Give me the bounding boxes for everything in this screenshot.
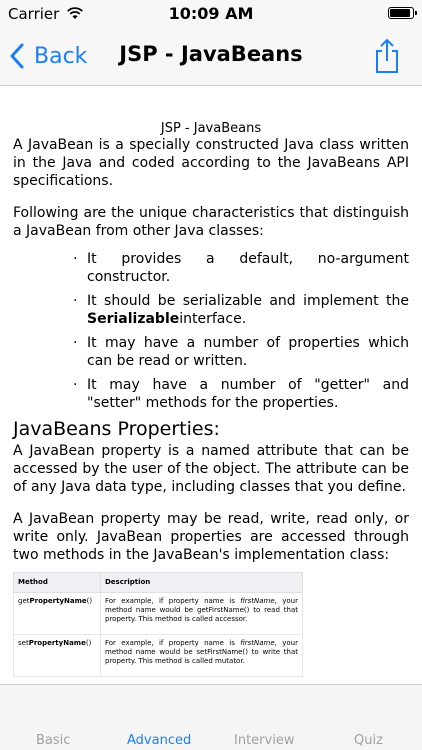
share-icon[interactable] — [372, 38, 402, 74]
properties-heading: JavaBeans Properties: — [13, 418, 220, 440]
battery-level — [390, 9, 410, 17]
methods-table: Method Description getPropertyName() For… — [13, 572, 303, 677]
tab-basic[interactable]: Basic — [36, 733, 70, 748]
list-item: · It may have a number of "getter" and "s… — [73, 377, 409, 411]
tab-bar: Basic Advanced Interview Quiz — [0, 684, 422, 750]
table-header: Method — [13, 572, 101, 593]
navigation-bar: Back JSP - JavaBeans — [0, 28, 422, 86]
tab-interview[interactable]: Interview — [234, 733, 294, 748]
table-row: setPropertyName() For example, if proper… — [13, 634, 303, 677]
serializable-keyword: Serializable — [87, 311, 180, 327]
characteristics-list: · It provides a default, no-argument cons… — [73, 250, 409, 412]
page-title: JSP - JavaBeans — [119, 42, 303, 66]
characteristics-intro: Following are the unique characteristics… — [13, 205, 409, 239]
battery-icon — [388, 7, 417, 19]
list-item: · It provides a default, no-argument cons… — [73, 251, 409, 285]
status-time: 10:09 AM — [168, 4, 254, 23]
tab-advanced[interactable]: Advanced — [127, 733, 191, 748]
description-cell: For example, if property name is firstNa… — [100, 592, 303, 635]
article-content[interactable]: JSP - JavaBeans A JavaBean is a speciall… — [0, 86, 422, 684]
document-title: JSP - JavaBeans — [160, 121, 262, 136]
description-cell: For example, if property name is firstNa… — [100, 634, 303, 677]
properties-paragraph-2: A JavaBean property may be read, write, … — [13, 511, 409, 563]
intro-paragraph: A JavaBean is a specially constructed Ja… — [13, 137, 409, 189]
list-item: · It should be serializable and implement… — [73, 293, 409, 327]
tab-quiz[interactable]: Quiz — [354, 733, 383, 748]
list-item: · It may have a number of properties whic… — [73, 335, 409, 369]
method-cell: setPropertyName() — [13, 634, 101, 677]
table-row: getPropertyName() For example, if proper… — [13, 592, 303, 635]
status-bar: Carrier 10:09 AM — [0, 0, 422, 28]
properties-paragraph-1: A JavaBean property is a named attribute… — [13, 443, 409, 495]
method-cell: getPropertyName() — [13, 592, 101, 635]
table-header: Description — [100, 572, 303, 593]
